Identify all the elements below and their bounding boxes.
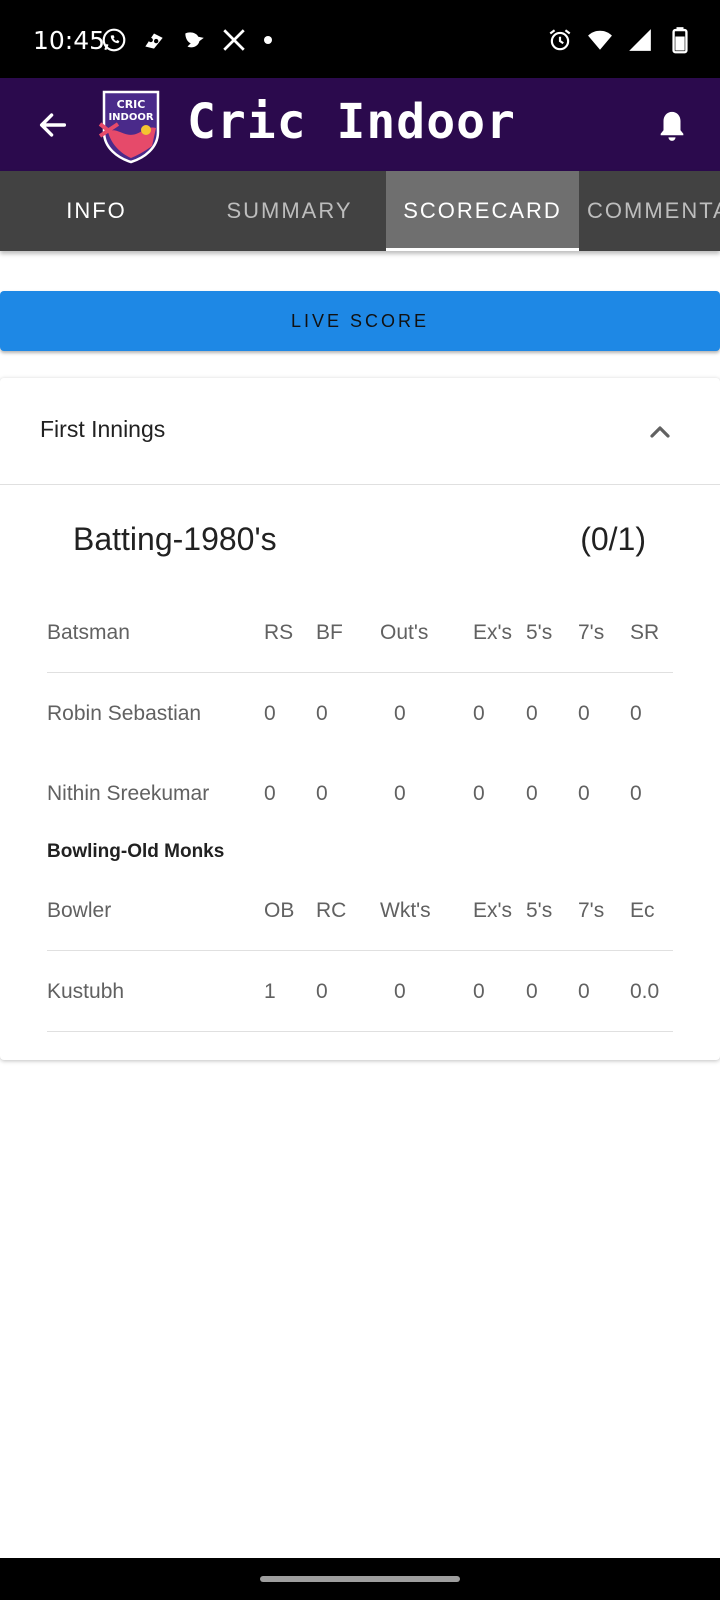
bowler-fives: 0 bbox=[526, 980, 538, 1003]
batsman-rs: 0 bbox=[264, 782, 276, 805]
bowling-header-extras: Ex's bbox=[473, 899, 513, 922]
wifi-icon bbox=[586, 26, 614, 54]
chevron-up-icon bbox=[650, 426, 670, 438]
batting-header-sevens: 7's bbox=[578, 621, 605, 644]
battery-icon bbox=[666, 26, 694, 54]
app-title: Cric Indoor bbox=[187, 94, 516, 150]
batting-header-extras: Ex's bbox=[473, 621, 513, 644]
batting-header-outs: Out's bbox=[380, 621, 429, 644]
batsman-outs: 0 bbox=[394, 702, 406, 725]
bowler-ec: 0.0 bbox=[630, 980, 660, 1003]
batsman-sr: 0 bbox=[630, 782, 642, 805]
bowling-header-wkts: Wkt's bbox=[380, 899, 431, 922]
app-icon bbox=[140, 26, 168, 54]
notification-dot-icon bbox=[264, 36, 272, 44]
tab-scorecard[interactable]: SCORECARD bbox=[386, 171, 579, 251]
logo-text-line2: INDOOR bbox=[108, 112, 153, 123]
batting-header-rs: RS bbox=[264, 621, 294, 644]
bowling-header-ob: OB bbox=[264, 899, 295, 922]
bell-icon bbox=[660, 111, 684, 141]
bowler-name: Kustubh bbox=[47, 980, 125, 1003]
arrow-left-icon bbox=[39, 113, 67, 137]
innings-title: First Innings bbox=[40, 416, 166, 442]
bowling-header-rc: RC bbox=[316, 899, 347, 922]
bowling-header-ec: Ec bbox=[630, 899, 655, 922]
tab-summary[interactable]: SUMMARY bbox=[193, 171, 386, 251]
batsman-fives: 0 bbox=[526, 782, 538, 805]
logo-text-line1: CRIC bbox=[117, 98, 146, 111]
bowler-ob: 1 bbox=[264, 980, 276, 1003]
system-nav-bar bbox=[0, 1558, 720, 1600]
bowling-header-row: Bowler OB RC Wkt's Ex's 5's 7's Ec bbox=[47, 871, 673, 951]
x-icon bbox=[220, 26, 248, 54]
batting-header-bf: BF bbox=[316, 621, 343, 644]
bowling-header-fives: 5's bbox=[526, 899, 553, 922]
tab-commentary[interactable]: COMMENTA bbox=[579, 171, 720, 251]
innings-card: First Innings Batting-1980's (0/1) Batsm… bbox=[0, 378, 720, 1060]
status-time: 10:45 bbox=[33, 26, 106, 55]
batting-row: Robin Sebastian 0 0 0 0 0 0 0 bbox=[47, 674, 673, 754]
back-button[interactable] bbox=[32, 104, 74, 146]
batting-header-batsman: Batsman bbox=[47, 621, 130, 644]
bowler-sevens: 0 bbox=[578, 980, 590, 1003]
bowler-wkts: 0 bbox=[394, 980, 406, 1003]
tab-bar: INFO SUMMARY SCORECARD COMMENTA bbox=[0, 171, 720, 251]
tab-info[interactable]: INFO bbox=[0, 171, 193, 251]
app-bar: CRIC INDOOR Cric Indoor bbox=[0, 78, 720, 171]
batsman-extras: 0 bbox=[473, 702, 485, 725]
batsman-outs: 0 bbox=[394, 782, 406, 805]
batsman-bf: 0 bbox=[316, 702, 328, 725]
bowling-team-title: Bowling-Old Monks bbox=[47, 841, 225, 862]
batting-header-fives: 5's bbox=[526, 621, 553, 644]
batting-team-score: (0/1) bbox=[580, 521, 646, 557]
whatsapp-icon bbox=[100, 26, 128, 54]
batting-header-sr: SR bbox=[630, 621, 660, 644]
batsman-sr: 0 bbox=[630, 702, 642, 725]
app-logo: CRIC INDOOR bbox=[96, 86, 166, 164]
batting-row: Nithin Sreekumar 0 0 0 0 0 0 0 bbox=[47, 754, 673, 834]
batsman-fives: 0 bbox=[526, 702, 538, 725]
innings-header[interactable]: First Innings bbox=[0, 378, 720, 485]
bowling-header-bowler: Bowler bbox=[47, 899, 112, 922]
bowling-header-sevens: 7's bbox=[578, 899, 605, 922]
alarm-icon bbox=[546, 26, 574, 54]
status-bar: 10:45 bbox=[0, 0, 720, 78]
notifications-button[interactable] bbox=[650, 104, 694, 148]
bowling-row: Kustubh 1 0 0 0 0 0 0.0 bbox=[47, 952, 673, 1032]
batsman-extras: 0 bbox=[473, 782, 485, 805]
bowler-extras: 0 bbox=[473, 980, 485, 1003]
batsman-rs: 0 bbox=[264, 702, 276, 725]
batsman-sevens: 0 bbox=[578, 702, 590, 725]
bowler-rc: 0 bbox=[316, 980, 328, 1003]
batting-team-title: Batting-1980's bbox=[73, 521, 277, 557]
home-gesture-handle[interactable] bbox=[260, 1576, 460, 1582]
batsman-sevens: 0 bbox=[578, 782, 590, 805]
signal-icon bbox=[626, 26, 654, 54]
batsman-name: Nithin Sreekumar bbox=[47, 782, 210, 805]
bird-icon bbox=[180, 26, 208, 54]
batsman-bf: 0 bbox=[316, 782, 328, 805]
batting-header-row: Batsman RS BF Out's Ex's 5's 7's SR bbox=[47, 593, 673, 673]
batsman-name: Robin Sebastian bbox=[47, 702, 202, 725]
live-score-button[interactable]: LIVE SCORE bbox=[0, 291, 720, 351]
